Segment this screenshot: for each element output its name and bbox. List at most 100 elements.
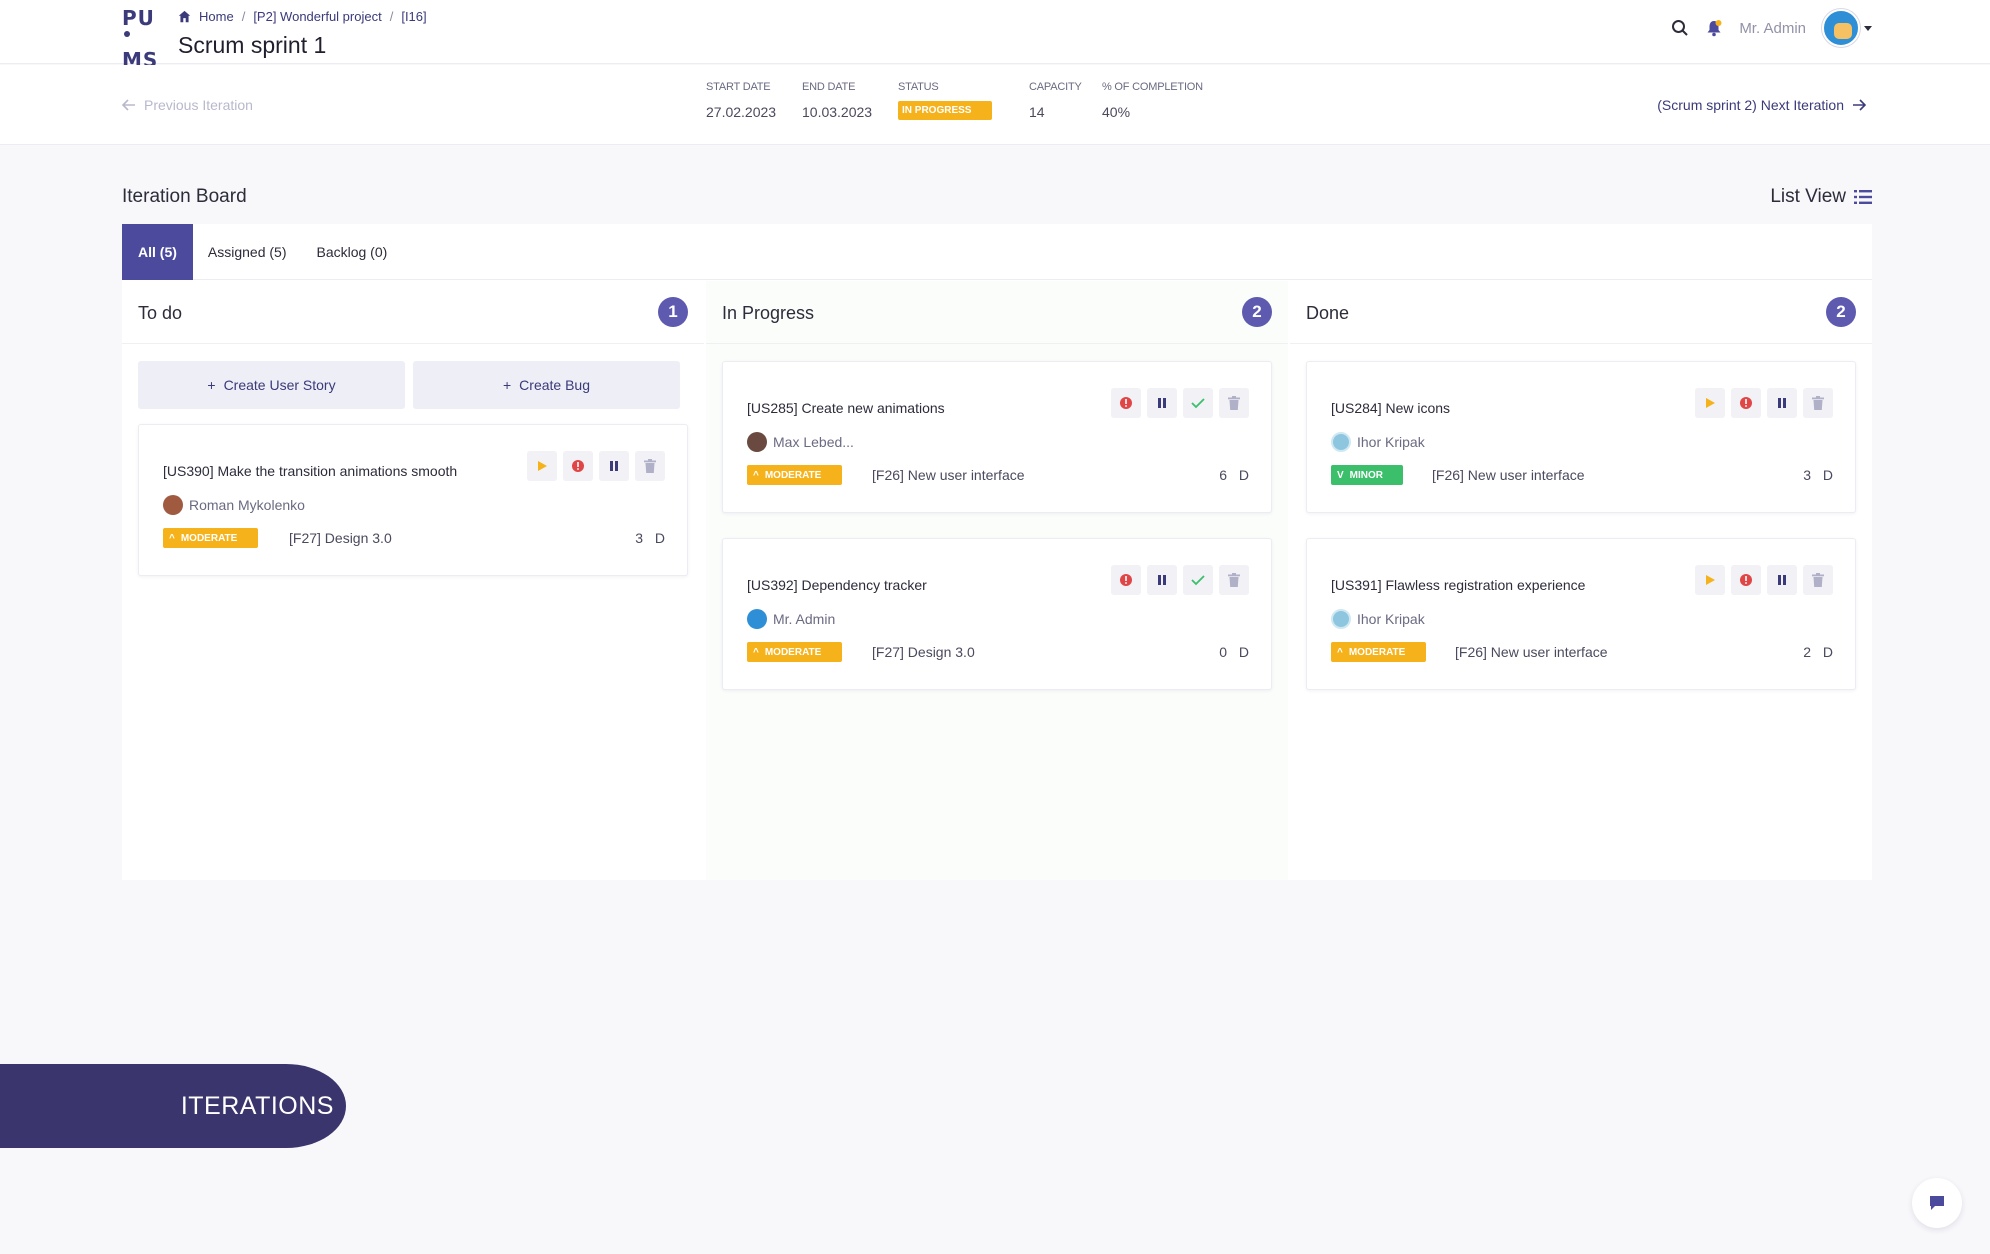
task-card[interactable]: [US285] Create new animations Max Lebed.…	[722, 361, 1272, 513]
end-date-label: END DATE	[802, 81, 856, 93]
card-assignee[interactable]: Ihor Kripak	[1331, 609, 1425, 629]
delete-button[interactable]	[1219, 565, 1249, 595]
create-bug-button[interactable]: + Create Bug	[413, 361, 680, 409]
pause-button[interactable]	[1767, 565, 1797, 595]
pause-icon	[1158, 398, 1166, 408]
card-assignee[interactable]: Roman Mykolenko	[163, 495, 305, 515]
breadcrumb-separator: /	[389, 9, 394, 24]
alert-icon	[1740, 397, 1752, 409]
card-title[interactable]: [US285] Create new animations	[747, 400, 945, 416]
pause-button[interactable]	[599, 451, 629, 481]
app-logo[interactable]: PU MS	[122, 8, 162, 71]
complete-button[interactable]	[1183, 388, 1213, 418]
user-name[interactable]: Mr. Admin	[1739, 20, 1806, 37]
block-button[interactable]	[563, 451, 593, 481]
top-bar: PU MS Home / [P2] Wonderful project / [I…	[0, 0, 1990, 71]
card-feature[interactable]: [F27] Design 3.0	[289, 530, 392, 546]
list-view-toggle[interactable]: List View	[1770, 186, 1872, 208]
card-title[interactable]: [US284] New icons	[1331, 400, 1450, 416]
priority-badge: ^ MODERATE	[163, 528, 258, 548]
home-icon	[178, 10, 191, 23]
card-title[interactable]: [US391] Flawless registration experience	[1331, 577, 1585, 593]
task-card[interactable]: [US392] Dependency tracker Mr. Admin ^ M…	[722, 538, 1272, 690]
pause-icon	[610, 461, 618, 471]
card-feature[interactable]: [F26] New user interface	[872, 467, 1025, 483]
delete-button[interactable]	[1219, 388, 1249, 418]
create-user-story-label: Create User Story	[223, 377, 336, 393]
capacity-value: 14	[1029, 104, 1045, 120]
list-view-label: List View	[1770, 186, 1846, 207]
arrow-left-icon	[122, 99, 135, 111]
card-title[interactable]: [US392] Dependency tracker	[747, 577, 927, 593]
alert-icon	[572, 460, 584, 472]
card-assignee[interactable]: Ihor Kripak	[1331, 432, 1425, 452]
card-estimate: 3 D	[635, 530, 665, 546]
delete-button[interactable]	[635, 451, 665, 481]
delete-button[interactable]	[1803, 388, 1833, 418]
next-iteration-link[interactable]: (Scrum sprint 2) Next Iteration	[1657, 97, 1866, 113]
block-button[interactable]	[1111, 565, 1141, 595]
task-card[interactable]: [US390] Make the transition animations s…	[138, 424, 688, 576]
trash-icon	[1812, 396, 1824, 410]
capacity: CAPACITY 14	[1029, 81, 1082, 120]
user-avatar[interactable]	[1822, 9, 1860, 47]
search-icon[interactable]	[1671, 19, 1689, 37]
iterations-banner: ITERATIONS	[0, 1064, 346, 1148]
start-button[interactable]	[527, 451, 557, 481]
assignee-name: Ihor Kripak	[1357, 611, 1425, 627]
pause-button[interactable]	[1147, 565, 1177, 595]
next-iteration-label: (Scrum sprint 2) Next Iteration	[1657, 97, 1844, 113]
page-title: Scrum sprint 1	[178, 32, 327, 58]
avatar	[1331, 609, 1351, 629]
iteration-info-bar: Previous Iteration START DATE 27.02.2023…	[0, 65, 1990, 145]
card-actions	[1695, 388, 1833, 418]
complete-button[interactable]	[1183, 565, 1213, 595]
previous-iteration-label: Previous Iteration	[144, 97, 253, 113]
end-date: END DATE 10.03.2023	[802, 81, 872, 120]
start-date-value: 27.02.2023	[706, 104, 777, 120]
previous-iteration-link[interactable]: Previous Iteration	[122, 97, 253, 113]
trash-icon	[644, 459, 656, 473]
status: STATUS IN PROGRESS	[898, 81, 992, 120]
chat-button[interactable]	[1912, 1178, 1962, 1228]
task-card[interactable]: [US391] Flawless registration experience…	[1306, 538, 1856, 690]
iteration-board: All (5) Assigned (5) Backlog (0) To do 1…	[122, 223, 1872, 880]
pause-icon	[1778, 398, 1786, 408]
header-actions: Mr. Admin	[1671, 9, 1872, 47]
chevron-up-icon: ^	[753, 646, 759, 658]
delete-button[interactable]	[1803, 565, 1833, 595]
priority-label: MODERATE	[1348, 646, 1406, 658]
pause-button[interactable]	[1147, 388, 1177, 418]
chevron-down-icon[interactable]	[1864, 25, 1872, 31]
pause-icon	[1778, 575, 1786, 585]
start-button[interactable]	[1695, 565, 1725, 595]
card-feature[interactable]: [F27] Design 3.0	[872, 644, 975, 660]
check-icon	[1191, 398, 1205, 409]
tab-all[interactable]: All (5)	[122, 223, 193, 280]
block-button[interactable]	[1111, 388, 1141, 418]
breadcrumb-iteration[interactable]: [I16]	[401, 9, 426, 24]
card-assignee[interactable]: Mr. Admin	[747, 609, 835, 629]
create-user-story-button[interactable]: + Create User Story	[138, 361, 405, 409]
column-header: In Progress 2	[706, 281, 1288, 344]
block-button[interactable]	[1731, 565, 1761, 595]
card-feature[interactable]: [F26] New user interface	[1432, 467, 1585, 483]
card-title[interactable]: [US390] Make the transition animations s…	[163, 463, 457, 479]
column-title: In Progress	[722, 303, 815, 323]
tab-backlog[interactable]: Backlog (0)	[301, 224, 402, 280]
card-assignee[interactable]: Max Lebed...	[747, 432, 854, 452]
pause-button[interactable]	[1767, 388, 1797, 418]
start-button[interactable]	[1695, 388, 1725, 418]
bell-icon[interactable]	[1705, 19, 1723, 37]
task-card[interactable]: [US284] New icons Ihor Kripak v MINOR [F…	[1306, 361, 1856, 513]
breadcrumb-project[interactable]: [P2] Wonderful project	[253, 9, 381, 24]
breadcrumb-home[interactable]: Home	[199, 9, 234, 24]
card-estimate: 3 D	[1803, 467, 1833, 483]
card-feature[interactable]: [F26] New user interface	[1455, 644, 1608, 660]
completion-value: 40%	[1102, 104, 1131, 120]
avatar	[163, 495, 183, 515]
list-icon	[1854, 190, 1872, 204]
block-button[interactable]	[1731, 388, 1761, 418]
tab-assigned[interactable]: Assigned (5)	[193, 224, 302, 280]
play-icon	[538, 461, 547, 471]
